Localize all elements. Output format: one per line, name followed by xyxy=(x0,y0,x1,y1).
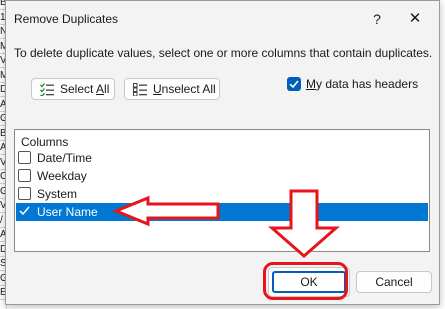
unselect-all-button[interactable]: Unselect All xyxy=(124,78,220,100)
columns-listbox[interactable]: Columns Date/Time Weekday System User Name xyxy=(14,129,430,252)
title-bar: Remove Duplicates ? ✕ xyxy=(6,1,439,37)
unselect-all-icon xyxy=(133,83,147,96)
cancel-button[interactable]: Cancel xyxy=(356,271,432,293)
column-item[interactable]: Date/Time xyxy=(16,149,428,167)
column-item[interactable]: System xyxy=(16,185,428,203)
unselect-all-label: Unselect All xyxy=(153,82,216,96)
checkmark-icon xyxy=(289,80,299,89)
column-item-label: Date/Time xyxy=(37,151,92,165)
columns-header: Columns xyxy=(21,135,69,149)
remove-duplicates-dialog: Remove Duplicates ? ✕ To delete duplicat… xyxy=(5,0,440,305)
my-data-has-headers-checkbox[interactable] xyxy=(287,77,301,91)
column-checkbox[interactable] xyxy=(18,151,31,164)
dialog-title: Remove Duplicates xyxy=(14,12,119,26)
select-all-button[interactable]: Select All xyxy=(31,78,115,100)
instructions-text: To delete duplicate values, select one o… xyxy=(14,46,433,60)
select-all-label: Select All xyxy=(60,82,110,96)
my-data-has-headers-label[interactable]: My data has headers xyxy=(306,77,418,91)
select-all-icon xyxy=(40,83,54,96)
column-item-label: User Name xyxy=(37,205,98,219)
column-checkmark-icon[interactable] xyxy=(18,204,31,217)
column-checkbox[interactable] xyxy=(18,169,31,182)
ok-button[interactable]: OK xyxy=(272,271,346,293)
column-item[interactable]: User Name xyxy=(16,203,428,221)
column-item-label: Weekday xyxy=(37,169,87,183)
column-item-label: System xyxy=(37,187,78,201)
help-button[interactable]: ? xyxy=(366,9,388,29)
column-item[interactable]: Weekday xyxy=(16,167,428,185)
column-checkbox[interactable] xyxy=(18,187,31,200)
close-button[interactable]: ✕ xyxy=(404,9,426,29)
